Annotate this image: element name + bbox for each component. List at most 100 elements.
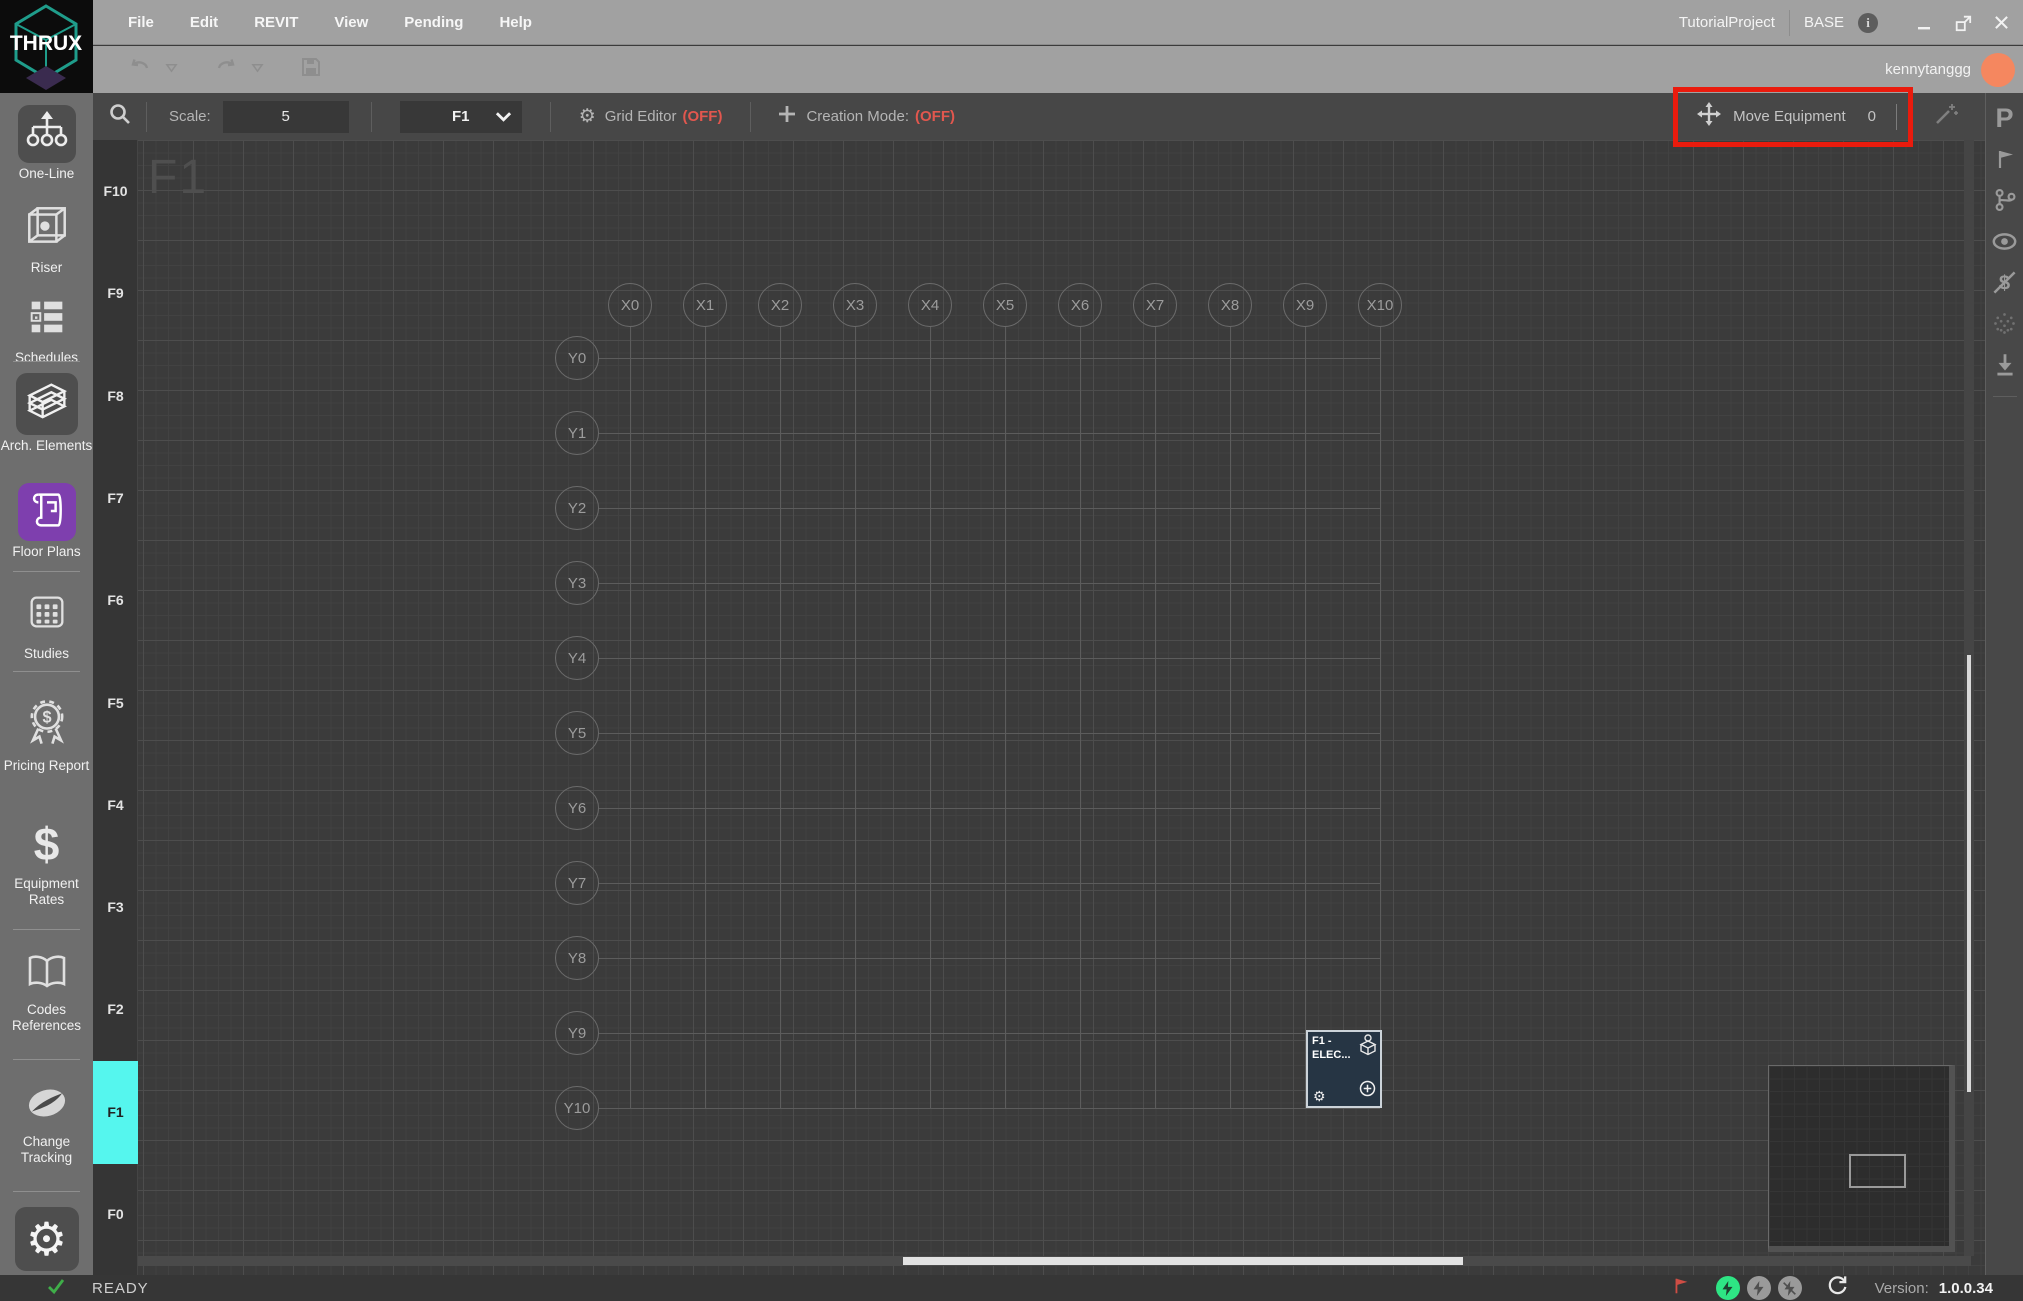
grid-editor-label[interactable]: Grid Editor bbox=[605, 108, 677, 125]
y-axis-bubble-y1[interactable]: Y1 bbox=[555, 411, 599, 455]
sidebar-item-schedules[interactable]: Schedules bbox=[0, 289, 93, 366]
sidebar-item-studies[interactable]: Studies bbox=[0, 585, 93, 662]
minimize-icon[interactable] bbox=[1916, 15, 1932, 31]
branch-icon[interactable] bbox=[1990, 185, 2020, 215]
floor-label-f7[interactable]: F7 bbox=[93, 490, 138, 506]
x-axis-bubble-x10[interactable]: X10 bbox=[1358, 283, 1402, 327]
redo-icon[interactable] bbox=[214, 55, 238, 84]
grid-line-horizontal bbox=[599, 433, 1380, 434]
restore-icon[interactable] bbox=[1954, 14, 1972, 32]
power-idle-icon[interactable] bbox=[1747, 1276, 1771, 1300]
username-label: kennytanggg bbox=[1885, 61, 1971, 78]
vertical-scrollbar[interactable] bbox=[1964, 140, 1974, 1256]
equipment-node[interactable]: F1 - ELEC... ⚙ bbox=[1306, 1030, 1382, 1108]
x-axis-bubble-x1[interactable]: X1 bbox=[683, 283, 727, 327]
redo-dropdown-icon[interactable] bbox=[251, 61, 264, 79]
floor-label-f2[interactable]: F2 bbox=[93, 1001, 138, 1017]
sidebar-item-change-tracking[interactable]: Change Tracking bbox=[0, 1079, 93, 1166]
sidebar-item-settings[interactable]: ⚙ bbox=[0, 1207, 93, 1271]
sidebar-item-floor-plans[interactable]: Floor Plans bbox=[0, 483, 93, 560]
x-axis-bubble-x4[interactable]: X4 bbox=[908, 283, 952, 327]
minimap[interactable] bbox=[1768, 1065, 1955, 1252]
menu-item-revit[interactable]: REVIT bbox=[254, 14, 298, 31]
creation-mode-label[interactable]: Creation Mode: bbox=[806, 108, 909, 125]
floor-label-f1[interactable]: F1 bbox=[93, 1104, 138, 1120]
download-icon[interactable] bbox=[1990, 349, 2020, 379]
floor-label-f5[interactable]: F5 bbox=[93, 695, 138, 711]
close-icon[interactable] bbox=[1994, 15, 2009, 30]
y-axis-bubble-y10[interactable]: Y10 bbox=[555, 1086, 599, 1130]
power-off-icon[interactable] bbox=[1778, 1276, 1802, 1300]
y-axis-bubble-y6[interactable]: Y6 bbox=[555, 786, 599, 830]
save-icon[interactable] bbox=[300, 56, 322, 83]
menu-item-help[interactable]: Help bbox=[499, 14, 532, 31]
y-axis-bubble-y5[interactable]: Y5 bbox=[555, 711, 599, 755]
y-axis-bubble-y4[interactable]: Y4 bbox=[555, 636, 599, 680]
magic-wand-icon[interactable] bbox=[1933, 101, 1959, 132]
y-axis-bubble-y0[interactable]: Y0 bbox=[555, 336, 599, 380]
move-equipment-button[interactable]: Move Equipment 0 bbox=[1679, 94, 1907, 139]
cube-3d-icon[interactable] bbox=[1358, 1034, 1378, 1061]
sidebar-item-one-line[interactable]: One-Line bbox=[0, 105, 93, 182]
menu-item-file[interactable]: File bbox=[128, 14, 154, 31]
vertical-scrollbar-thumb[interactable] bbox=[1967, 655, 1971, 1092]
floor-label-f9[interactable]: F9 bbox=[93, 285, 138, 301]
menu-item-edit[interactable]: Edit bbox=[190, 14, 218, 31]
grid-line-horizontal bbox=[599, 508, 1380, 509]
equipment-gear-icon[interactable]: ⚙ bbox=[1313, 1089, 1326, 1103]
floor-label-f6[interactable]: F6 bbox=[93, 592, 138, 608]
floor-label-f8[interactable]: F8 bbox=[93, 388, 138, 404]
y-axis-bubble-y8[interactable]: Y8 bbox=[555, 936, 599, 980]
grid-line-vertical bbox=[780, 327, 781, 1108]
menu-item-pending[interactable]: Pending bbox=[404, 14, 463, 31]
floor-plan-canvas[interactable]: F1 F10F9F8F7F6F5F4F3F2F1F0 X0X1X2X3X4X5X… bbox=[93, 140, 1985, 1275]
flag-icon[interactable] bbox=[1990, 144, 2020, 174]
x-axis-bubble-x0[interactable]: X0 bbox=[608, 283, 652, 327]
floor-selector-dropdown[interactable]: F1 bbox=[400, 101, 522, 133]
x-axis-bubble-x8[interactable]: X8 bbox=[1208, 283, 1252, 327]
avatar[interactable] bbox=[1981, 53, 2015, 87]
no-cost-icon[interactable]: $ bbox=[1990, 267, 2020, 297]
project-name: TutorialProject bbox=[1679, 14, 1775, 31]
scale-input[interactable] bbox=[223, 101, 349, 133]
sidebar-item-pricing-report[interactable]: $ Pricing Report bbox=[0, 693, 93, 774]
grid-line-vertical bbox=[930, 327, 931, 1108]
y-axis-bubble-y9[interactable]: Y9 bbox=[555, 1011, 599, 1055]
x-axis-bubble-x2[interactable]: X2 bbox=[758, 283, 802, 327]
floor-label-f3[interactable]: F3 bbox=[93, 899, 138, 915]
grid-sphere-icon[interactable] bbox=[1990, 308, 2020, 338]
y-axis-bubble-y2[interactable]: Y2 bbox=[555, 486, 599, 530]
x-axis-bubble-x7[interactable]: X7 bbox=[1133, 283, 1177, 327]
scale-label: Scale: bbox=[169, 108, 211, 125]
sidebar-item-riser[interactable]: Riser bbox=[0, 199, 93, 276]
undo-dropdown-icon[interactable] bbox=[165, 61, 178, 79]
sidebar-item-codes-references[interactable]: Codes References bbox=[0, 949, 93, 1034]
equipment-label: F1 - ELEC... bbox=[1312, 1035, 1356, 1063]
y-axis-bubble-y3[interactable]: Y3 bbox=[555, 561, 599, 605]
power-on-icon[interactable] bbox=[1716, 1276, 1740, 1300]
sidebar-item-equipment-rates[interactable]: $ Equipment Rates bbox=[0, 815, 93, 908]
floor-label-f4[interactable]: F4 bbox=[93, 797, 138, 813]
horizontal-scrollbar[interactable] bbox=[138, 1256, 1971, 1266]
zoom-search-icon[interactable] bbox=[108, 102, 132, 131]
x-axis-bubble-x9[interactable]: X9 bbox=[1283, 283, 1327, 327]
status-flag-icon[interactable] bbox=[1671, 1276, 1691, 1301]
x-axis-bubble-x3[interactable]: X3 bbox=[833, 283, 877, 327]
status-ready-label: READY bbox=[92, 1280, 149, 1297]
menu-item-view[interactable]: View bbox=[334, 14, 368, 31]
x-axis-bubble-x5[interactable]: X5 bbox=[983, 283, 1027, 327]
equipment-add-icon[interactable] bbox=[1359, 1080, 1376, 1102]
y-axis-bubble-y7[interactable]: Y7 bbox=[555, 861, 599, 905]
undo-icon[interactable] bbox=[128, 55, 152, 84]
statusbar: READY bbox=[0, 1275, 2023, 1301]
eye-icon[interactable] bbox=[1990, 226, 2020, 256]
refresh-icon[interactable] bbox=[1826, 1274, 1849, 1301]
minimap-viewport[interactable] bbox=[1849, 1154, 1906, 1188]
horizontal-scrollbar-thumb[interactable] bbox=[903, 1257, 1463, 1265]
sidebar-item-arch-elements[interactable]: Arch. Elements bbox=[0, 373, 93, 454]
x-axis-bubble-x6[interactable]: X6 bbox=[1058, 283, 1102, 327]
info-icon[interactable]: i bbox=[1858, 13, 1878, 33]
floor-label-f10[interactable]: F10 bbox=[93, 183, 138, 199]
p-panel-icon[interactable]: P bbox=[1995, 103, 2013, 134]
floor-label-f0[interactable]: F0 bbox=[93, 1206, 138, 1222]
